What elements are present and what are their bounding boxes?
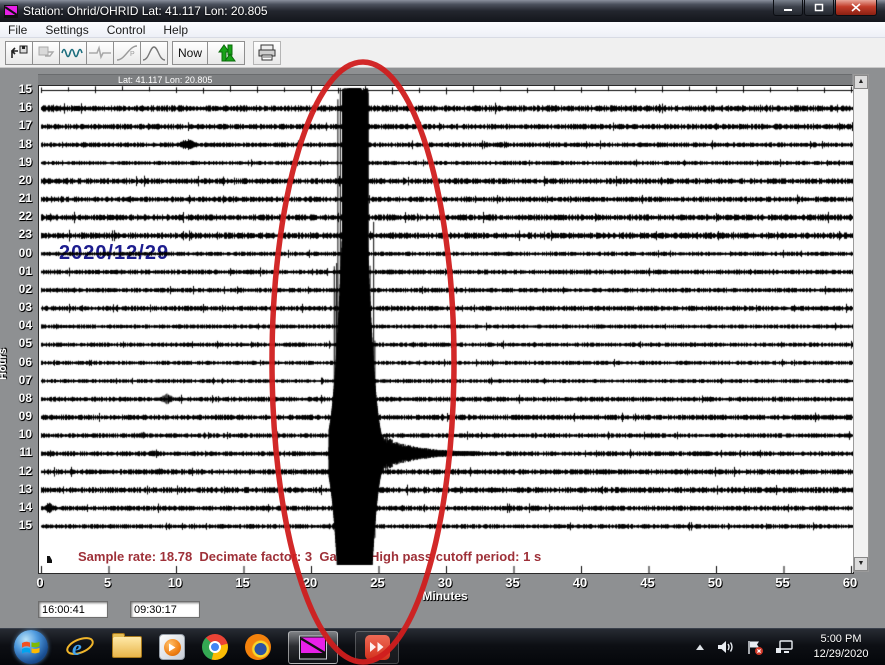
svg-text:e: e — [72, 635, 82, 660]
menu-item-help[interactable]: Help — [163, 23, 188, 37]
hour-label: 23 — [4, 227, 32, 241]
play-icon — [164, 639, 181, 656]
svg-text:P: P — [130, 51, 135, 58]
media-player-icon[interactable] — [159, 634, 185, 660]
seismograph-app-icon — [298, 635, 328, 660]
minute-tick-label: 45 — [632, 575, 664, 590]
copy-button-disabled[interactable] — [32, 41, 60, 65]
minute-tick-label: 35 — [497, 575, 529, 590]
hour-label: 21 — [4, 191, 32, 205]
minute-tick-label: 40 — [564, 575, 596, 590]
title-bar: Station: Ohrid/OHRID Lat: 41.117 Lon: 20… — [0, 0, 885, 22]
minute-tick-label: 25 — [362, 575, 394, 590]
app-icon — [4, 5, 18, 18]
minute-tick-label: 0 — [24, 575, 56, 590]
hour-label: 20 — [4, 173, 32, 187]
open-seismogram-button[interactable] — [5, 41, 33, 65]
internet-explorer-icon[interactable]: e — [65, 633, 95, 661]
hour-label: 16 — [4, 100, 32, 114]
close-button[interactable] — [835, 0, 877, 16]
clock-time: 5:00 PM — [805, 632, 877, 647]
menu-item-settings[interactable]: Settings — [45, 23, 88, 37]
hour-label: 17 — [4, 118, 32, 132]
start-button[interactable] — [14, 630, 48, 664]
scroll-up-down-button[interactable] — [207, 41, 245, 65]
minute-tick-label: 30 — [429, 575, 461, 590]
hour-label: 14 — [4, 500, 32, 514]
file-explorer-icon[interactable] — [112, 636, 142, 658]
elapsed-time-field[interactable] — [130, 601, 200, 618]
minute-tick-label: 15 — [227, 575, 259, 590]
show-hidden-icons-icon[interactable] — [694, 643, 706, 651]
window-title: Station: Ohrid/OHRID Lat: 41.117 Lon: 20… — [23, 4, 268, 18]
menu-item-file[interactable]: File — [8, 23, 27, 37]
remote-desktop-app-icon — [365, 635, 390, 660]
windows-flag-icon — [21, 638, 41, 656]
menu-bar: File Settings Control Help — [0, 22, 885, 38]
hour-label: 15 — [4, 518, 32, 532]
hour-label: 04 — [4, 318, 32, 332]
print-button[interactable] — [253, 41, 281, 65]
helicorder-panel: Lat: 41.117 Lon: 20.805 2020/12/29 Sampl… — [0, 68, 885, 628]
scroll-up-arrow[interactable]: ▲ — [854, 75, 868, 89]
firefox-icon[interactable] — [245, 634, 271, 660]
minutes-axis-label: Minutes — [410, 589, 480, 603]
hour-label: 15 — [4, 82, 32, 96]
hour-label: 01 — [4, 264, 32, 278]
vertical-scrollbar[interactable]: ▲ ▼ — [853, 74, 869, 572]
hour-label: 11 — [4, 445, 32, 459]
chrome-icon[interactable] — [202, 634, 228, 660]
hour-label: 19 — [4, 155, 32, 169]
taskbar-clock[interactable]: 5:00 PM 12/29/2020 — [805, 632, 877, 662]
hour-label: 09 — [4, 409, 32, 423]
minute-tick-label: 55 — [767, 575, 799, 590]
hour-label: 13 — [4, 482, 32, 496]
network-icon[interactable] — [775, 640, 794, 654]
minute-tick-label: 10 — [159, 575, 191, 590]
minimize-button[interactable] — [773, 0, 803, 16]
window-controls — [772, 0, 877, 16]
waveform-button[interactable] — [59, 41, 87, 65]
hours-axis-label: Hours — [0, 348, 9, 380]
now-button[interactable]: Now — [172, 41, 208, 65]
system-tray: 5:00 PM 12/29/2020 — [694, 632, 877, 662]
hour-label: 18 — [4, 137, 32, 151]
minute-tick-label: 5 — [92, 575, 124, 590]
plot-area: 2020/12/29 Sample rate: 18.78 Decimate f… — [38, 85, 854, 574]
seismograph-app-taskbar-button[interactable] — [288, 631, 338, 664]
hour-label: 22 — [4, 209, 32, 223]
taskbar: e — [0, 628, 885, 665]
toolbar: P Now — [0, 38, 885, 68]
gaussian-filter-button[interactable] — [140, 41, 168, 65]
hour-label: 08 — [4, 391, 32, 405]
hour-label: 12 — [4, 464, 32, 478]
response-curve-button[interactable]: P — [113, 41, 141, 65]
trace-spike-button-disabled[interactable] — [86, 41, 114, 65]
minute-tick-label: 50 — [699, 575, 731, 590]
scroll-down-arrow[interactable]: ▼ — [854, 557, 868, 571]
hour-label: 10 — [4, 427, 32, 441]
volume-icon[interactable] — [717, 640, 735, 654]
hour-label: 02 — [4, 282, 32, 296]
action-center-flag-icon[interactable] — [746, 640, 764, 655]
clock-date: 12/29/2020 — [805, 647, 877, 662]
menu-item-control[interactable]: Control — [107, 23, 146, 37]
start-time-field[interactable] — [38, 601, 108, 618]
remote-desktop-app-taskbar-button[interactable] — [355, 631, 399, 664]
helicorder-canvas — [39, 86, 853, 573]
hour-label: 00 — [4, 246, 32, 260]
maximize-button[interactable] — [804, 0, 834, 16]
plot-header-latlon: Lat: 41.117 Lon: 20.805 — [38, 74, 852, 85]
minute-tick-label: 20 — [294, 575, 326, 590]
minute-tick-label: 60 — [834, 575, 866, 590]
hour-label: 03 — [4, 300, 32, 314]
